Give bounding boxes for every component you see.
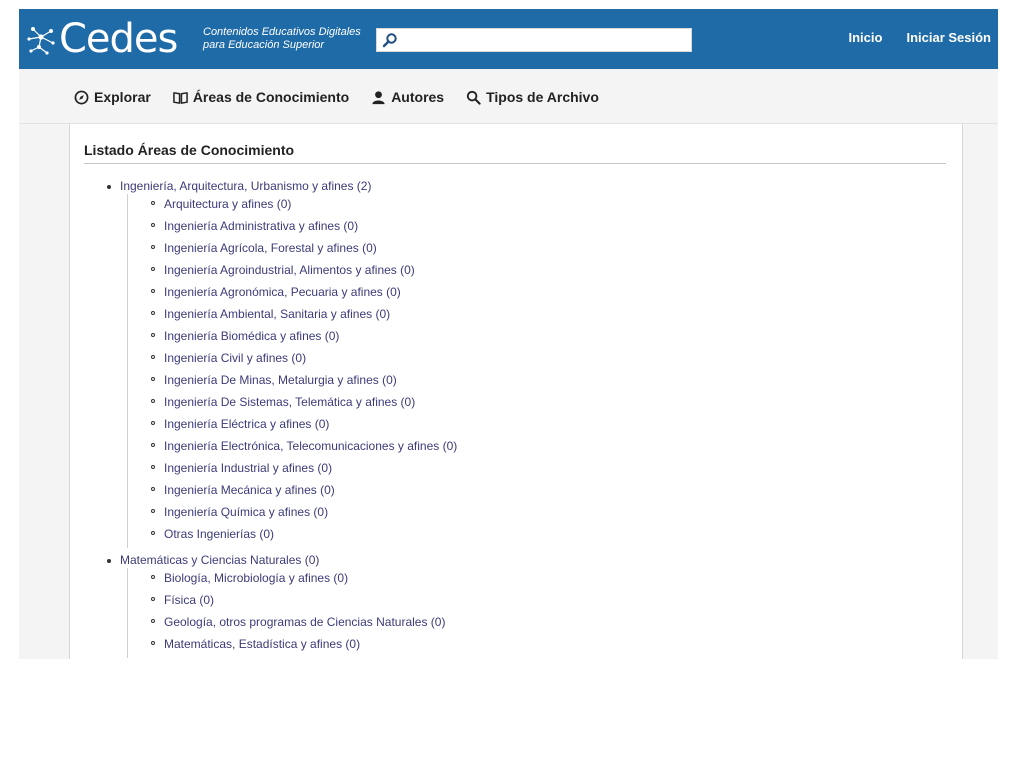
subarea-link[interactable]: Ingeniería De Minas, Metalurgia y afines… <box>128 372 457 394</box>
subarea-list: Arquitectura y afines (0) Ingeniería Adm… <box>127 194 457 548</box>
search-icon[interactable] <box>382 32 398 48</box>
subarea-link[interactable]: Biología, Microbiología y afines (0) <box>128 570 457 592</box>
inicio-link[interactable]: Inicio <box>849 30 883 45</box>
subarea-link[interactable]: Ingeniería Biomédica y afines (0) <box>128 328 457 350</box>
subarea-link[interactable]: Ingeniería Agroindustrial, Alimentos y a… <box>128 262 457 284</box>
subarea-link[interactable]: Ingeniería Eléctrica y afines (0) <box>128 416 457 438</box>
subarea-link[interactable]: Ingeniería Ambiental, Sanitaria y afines… <box>128 306 457 328</box>
subarea-link[interactable]: Ingeniería Industrial y afines (0) <box>128 460 457 482</box>
cedes-logo[interactable]: Cedes <box>25 16 178 62</box>
nav-item-tipos-archivo[interactable]: Tipos de Archivo <box>466 89 599 105</box>
subarea-link[interactable]: Otras Ingenierías (0) <box>128 526 457 548</box>
book-icon <box>173 91 188 104</box>
subarea-link[interactable]: Ingeniería Administrativa y afines (0) <box>128 218 457 240</box>
subarea-link[interactable]: Ingeniería De Sistemas, Telemática y afi… <box>128 394 457 416</box>
subarea-link[interactable]: Geología, otros programas de Ciencias Na… <box>128 614 457 636</box>
area-group-link[interactable]: Ingeniería, Arquitectura, Urbanismo y af… <box>84 178 457 194</box>
search-icon <box>466 90 481 105</box>
logo-text: Cedes <box>59 16 178 62</box>
subarea-link[interactable]: Ingeniería Civil y afines (0) <box>128 350 457 372</box>
nav-item-areas[interactable]: Áreas de Conocimiento <box>173 89 349 105</box>
content-panel: Listado Áreas de Conocimiento Ingeniería… <box>69 124 963 659</box>
nav-item-autores[interactable]: Autores <box>371 89 444 105</box>
subarea-link[interactable]: Ingeniería Agronómica, Pecuaria y afines… <box>128 284 457 306</box>
area-group: Ingeniería, Arquitectura, Urbanismo y af… <box>84 178 457 548</box>
subarea-list: Biología, Microbiología y afines (0) Fís… <box>127 568 457 658</box>
area-group: Matemáticas y Ciencias Naturales (0) Bio… <box>84 552 457 658</box>
subarea-link[interactable]: Arquitectura y afines (0) <box>128 196 457 218</box>
nav-item-label: Áreas de Conocimiento <box>192 89 350 105</box>
page-frame: Cedes Contenidos Educativos Digitales pa… <box>19 9 998 659</box>
nav-item-label: Tipos de Archivo <box>486 89 599 105</box>
header-links: Inicio Iniciar Sesión <box>849 30 992 45</box>
tagline-line-1: Contenidos Educativos Digitales <box>203 26 361 38</box>
area-group-link[interactable]: Matemáticas y Ciencias Naturales (0) <box>84 552 457 568</box>
main-nav: Explorar Áreas de Conocimiento Autores T… <box>19 69 998 124</box>
subarea-link[interactable]: Ingeniería Química y afines (0) <box>128 504 457 526</box>
site-tagline: Contenidos Educativos Digitales para Edu… <box>203 26 361 52</box>
nav-item-label: Autores <box>391 89 445 105</box>
subarea-link[interactable]: Ingeniería Agrícola, Forestal y afines (… <box>128 240 457 262</box>
user-icon <box>372 90 385 104</box>
molecule-logo-icon <box>27 27 55 55</box>
nav-item-explorar[interactable]: Explorar <box>74 89 151 105</box>
iniciar-sesion-link[interactable]: Iniciar Sesión <box>906 30 991 45</box>
search-box <box>376 28 692 52</box>
search-input[interactable] <box>401 31 691 51</box>
subarea-link[interactable]: Matemáticas, Estadística y afines (0) <box>128 636 457 658</box>
subarea-link[interactable]: Ingeniería Mecánica y afines (0) <box>128 482 457 504</box>
compass-icon <box>74 90 89 104</box>
nav-item-label: Explorar <box>94 89 151 105</box>
page-title: Listado Áreas de Conocimiento <box>84 142 946 164</box>
subarea-link[interactable]: Ingeniería Electrónica, Telecomunicacion… <box>128 438 457 460</box>
subarea-link[interactable]: Física (0) <box>128 592 457 614</box>
tagline-line-2: para Educación Superior <box>203 39 325 51</box>
site-header: Cedes Contenidos Educativos Digitales pa… <box>19 9 998 69</box>
areas-tree: Ingeniería, Arquitectura, Urbanismo y af… <box>84 178 457 659</box>
